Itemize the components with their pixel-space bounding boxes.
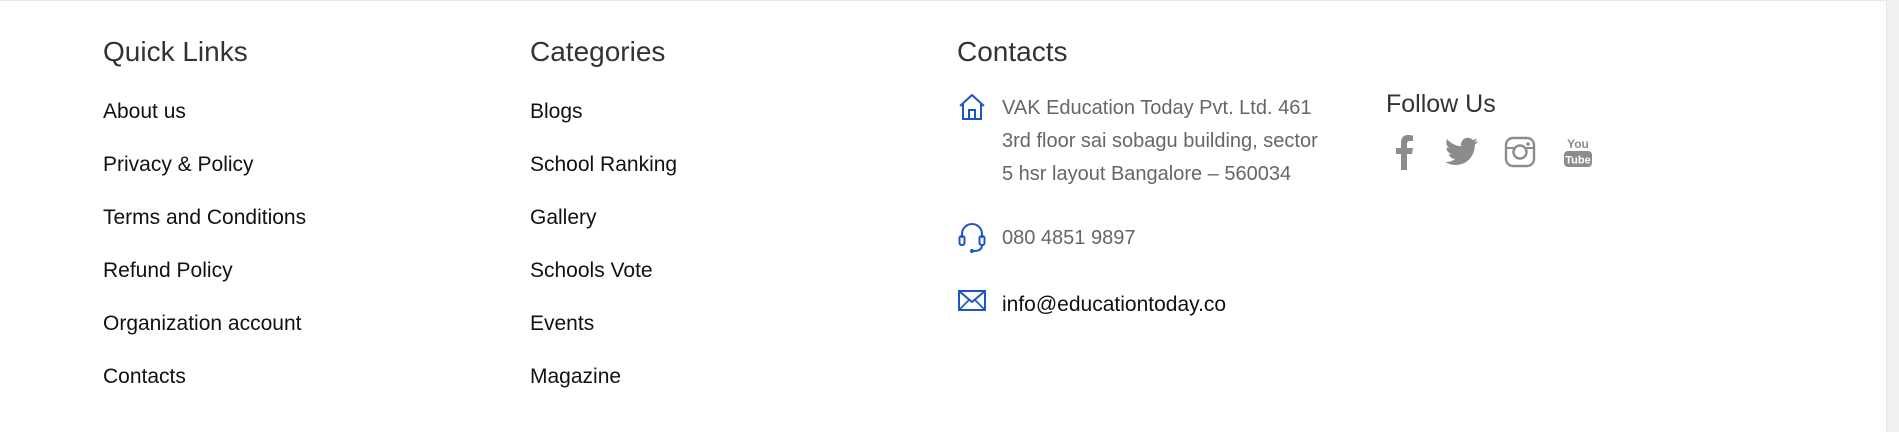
quick-links-list: About us Privacy & Policy Terms and Cond… <box>103 100 306 418</box>
quick-link-terms[interactable]: Terms and Conditions <box>103 206 306 259</box>
email-link[interactable]: info@educationtoday.co <box>1002 288 1226 321</box>
contacts-title: Contacts <box>957 36 1068 67</box>
follow-us-title: Follow Us <box>1386 90 1496 118</box>
quick-link-about-us[interactable]: About us <box>103 100 306 153</box>
scrollbar[interactable] <box>1886 0 1899 432</box>
twitter-icon[interactable] <box>1444 132 1480 172</box>
quick-link-privacy-policy[interactable]: Privacy & Policy <box>103 153 306 206</box>
youtube-icon[interactable]: You Tube <box>1560 132 1596 172</box>
phone-number: 080 4851 9897 <box>1002 227 1136 249</box>
svg-text:Tube: Tube <box>1565 155 1590 167</box>
quick-link-organization-account[interactable]: Organization account <box>103 312 306 365</box>
categories-title: Categories <box>530 36 666 67</box>
address-line: VAK Education Today Pvt. Ltd. 461 <box>1002 97 1312 119</box>
category-school-ranking[interactable]: School Ranking <box>530 153 677 206</box>
address-line: 5 hsr layout Bangalore – 560034 <box>1002 163 1292 185</box>
categories-list: Blogs School Ranking Gallery Schools Vot… <box>530 100 677 418</box>
category-magazine[interactable]: Magazine <box>530 365 677 418</box>
quick-link-contacts[interactable]: Contacts <box>103 365 306 418</box>
headset-icon <box>957 222 989 254</box>
address-line: 3rd floor sai sobagu building, sector <box>1002 130 1318 152</box>
category-gallery[interactable]: Gallery <box>530 206 677 259</box>
social-links: You Tube <box>1386 132 1618 172</box>
category-schools-vote[interactable]: Schools Vote <box>530 259 677 312</box>
svg-text:You: You <box>1567 137 1589 151</box>
facebook-icon[interactable] <box>1386 132 1422 172</box>
address-text: VAK Education Today Pvt. Ltd. 461 3rd fl… <box>1002 92 1318 191</box>
category-events[interactable]: Events <box>530 312 677 365</box>
quick-links-title: Quick Links <box>103 36 248 67</box>
quick-link-refund-policy[interactable]: Refund Policy <box>103 259 306 312</box>
mail-icon <box>957 288 989 320</box>
top-divider <box>0 0 1887 1</box>
home-icon <box>957 92 989 124</box>
category-blogs[interactable]: Blogs <box>530 100 677 153</box>
instagram-icon[interactable] <box>1502 132 1538 172</box>
